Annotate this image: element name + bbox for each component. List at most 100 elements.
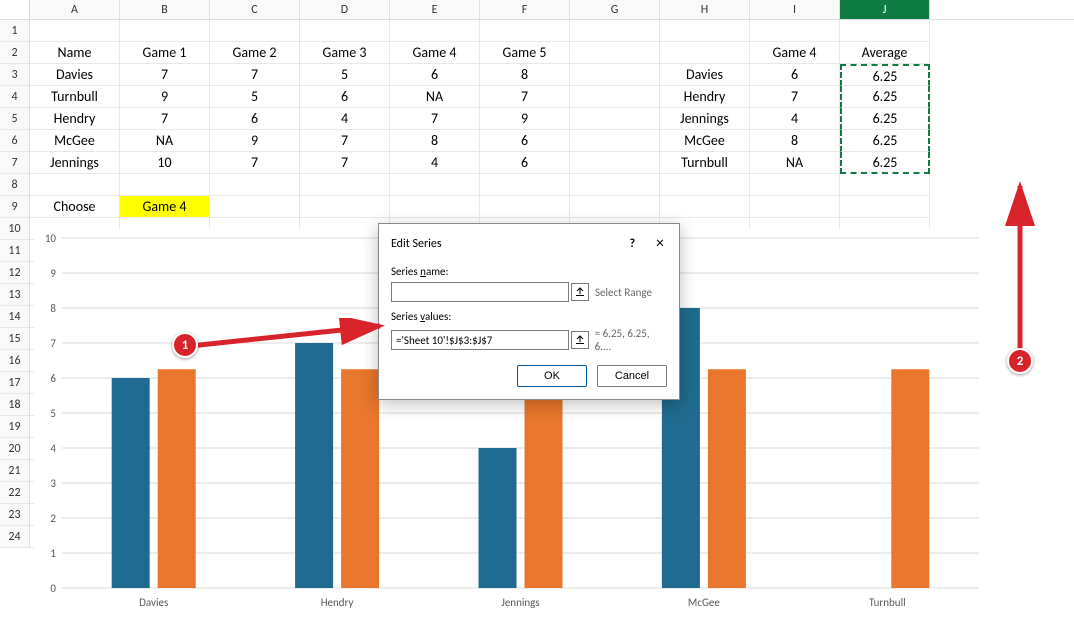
- cell[interactable]: [570, 504, 660, 526]
- cell[interactable]: 7: [120, 64, 210, 86]
- cell[interactable]: 7: [480, 86, 570, 108]
- cell[interactable]: [570, 130, 660, 152]
- cell[interactable]: [120, 482, 210, 504]
- cell[interactable]: [120, 218, 210, 240]
- cell[interactable]: [840, 174, 930, 196]
- cell[interactable]: [660, 174, 750, 196]
- cell[interactable]: [660, 460, 750, 482]
- close-icon[interactable]: ×: [651, 234, 669, 253]
- cell[interactable]: 6: [390, 64, 480, 86]
- cell[interactable]: Hendry: [660, 86, 750, 108]
- cancel-button[interactable]: Cancel: [597, 365, 667, 387]
- row-header[interactable]: 10: [0, 218, 30, 240]
- cell[interactable]: [750, 284, 840, 306]
- cell[interactable]: 8: [750, 130, 840, 152]
- cell[interactable]: [570, 416, 660, 438]
- col-header-B[interactable]: B: [120, 0, 210, 19]
- col-header-G[interactable]: G: [570, 0, 660, 19]
- cell[interactable]: [300, 416, 390, 438]
- row-header[interactable]: 23: [0, 504, 30, 526]
- cell[interactable]: [210, 372, 300, 394]
- cell[interactable]: 10: [120, 152, 210, 174]
- cell[interactable]: Average: [840, 42, 930, 64]
- cell[interactable]: [210, 306, 300, 328]
- cell[interactable]: [30, 372, 120, 394]
- cell[interactable]: 8: [480, 64, 570, 86]
- row-header[interactable]: 17: [0, 372, 30, 394]
- row-header[interactable]: 11: [0, 240, 30, 262]
- series-name-input[interactable]: [391, 282, 569, 302]
- cell[interactable]: [120, 284, 210, 306]
- cell[interactable]: [210, 394, 300, 416]
- cell[interactable]: [840, 218, 930, 240]
- cell[interactable]: [210, 460, 300, 482]
- collapse-range-icon[interactable]: [571, 331, 589, 349]
- cell[interactable]: [300, 284, 390, 306]
- cell[interactable]: [750, 20, 840, 42]
- row-header[interactable]: 16: [0, 350, 30, 372]
- cell[interactable]: [390, 460, 480, 482]
- cell[interactable]: Choose: [30, 196, 120, 218]
- cell[interactable]: [390, 196, 480, 218]
- cell[interactable]: [30, 20, 120, 42]
- cell[interactable]: Game 5: [480, 42, 570, 64]
- cell[interactable]: [120, 240, 210, 262]
- cell[interactable]: [570, 174, 660, 196]
- cell[interactable]: [300, 350, 390, 372]
- cell[interactable]: Game 2: [210, 42, 300, 64]
- cell[interactable]: [300, 218, 390, 240]
- cell[interactable]: [30, 262, 120, 284]
- cell-selected[interactable]: 6.25: [840, 108, 930, 130]
- cell-selected[interactable]: 6.25: [840, 86, 930, 108]
- cell[interactable]: [750, 350, 840, 372]
- cell[interactable]: [840, 416, 930, 438]
- cell[interactable]: [570, 438, 660, 460]
- cell[interactable]: [300, 20, 390, 42]
- cell[interactable]: [750, 438, 840, 460]
- cell[interactable]: Turnbull: [30, 86, 120, 108]
- cell[interactable]: [570, 482, 660, 504]
- cell[interactable]: Hendry: [30, 108, 120, 130]
- cell[interactable]: [210, 196, 300, 218]
- cell[interactable]: [840, 306, 930, 328]
- cell[interactable]: [390, 526, 480, 548]
- cell[interactable]: [840, 460, 930, 482]
- cell[interactable]: [210, 262, 300, 284]
- cell[interactable]: [300, 526, 390, 548]
- cell[interactable]: [210, 284, 300, 306]
- cell[interactable]: [120, 504, 210, 526]
- cell[interactable]: [30, 306, 120, 328]
- row-header[interactable]: 2: [0, 42, 30, 64]
- cell[interactable]: [660, 504, 750, 526]
- cell[interactable]: 5: [300, 64, 390, 86]
- cell[interactable]: Davies: [30, 64, 120, 86]
- cell[interactable]: [840, 20, 930, 42]
- cell[interactable]: [300, 174, 390, 196]
- cell[interactable]: [300, 196, 390, 218]
- cell[interactable]: NA: [750, 152, 840, 174]
- cell[interactable]: [840, 526, 930, 548]
- cell[interactable]: [570, 20, 660, 42]
- cell[interactable]: [210, 416, 300, 438]
- cell[interactable]: [300, 438, 390, 460]
- cell[interactable]: [570, 460, 660, 482]
- cell[interactable]: [210, 526, 300, 548]
- cell[interactable]: [120, 372, 210, 394]
- cell[interactable]: [570, 526, 660, 548]
- cell[interactable]: [660, 526, 750, 548]
- cell[interactable]: [480, 504, 570, 526]
- cell[interactable]: [570, 152, 660, 174]
- cell-selected[interactable]: 6.25: [840, 152, 930, 174]
- cell[interactable]: [120, 306, 210, 328]
- cell[interactable]: 7: [750, 86, 840, 108]
- cell[interactable]: [840, 262, 930, 284]
- cell[interactable]: Game 4: [390, 42, 480, 64]
- cell[interactable]: [480, 460, 570, 482]
- cell[interactable]: [840, 328, 930, 350]
- row-header[interactable]: 21: [0, 460, 30, 482]
- cell[interactable]: [570, 64, 660, 86]
- cell[interactable]: [300, 394, 390, 416]
- cell[interactable]: [660, 42, 750, 64]
- cell[interactable]: [300, 306, 390, 328]
- cell[interactable]: [210, 218, 300, 240]
